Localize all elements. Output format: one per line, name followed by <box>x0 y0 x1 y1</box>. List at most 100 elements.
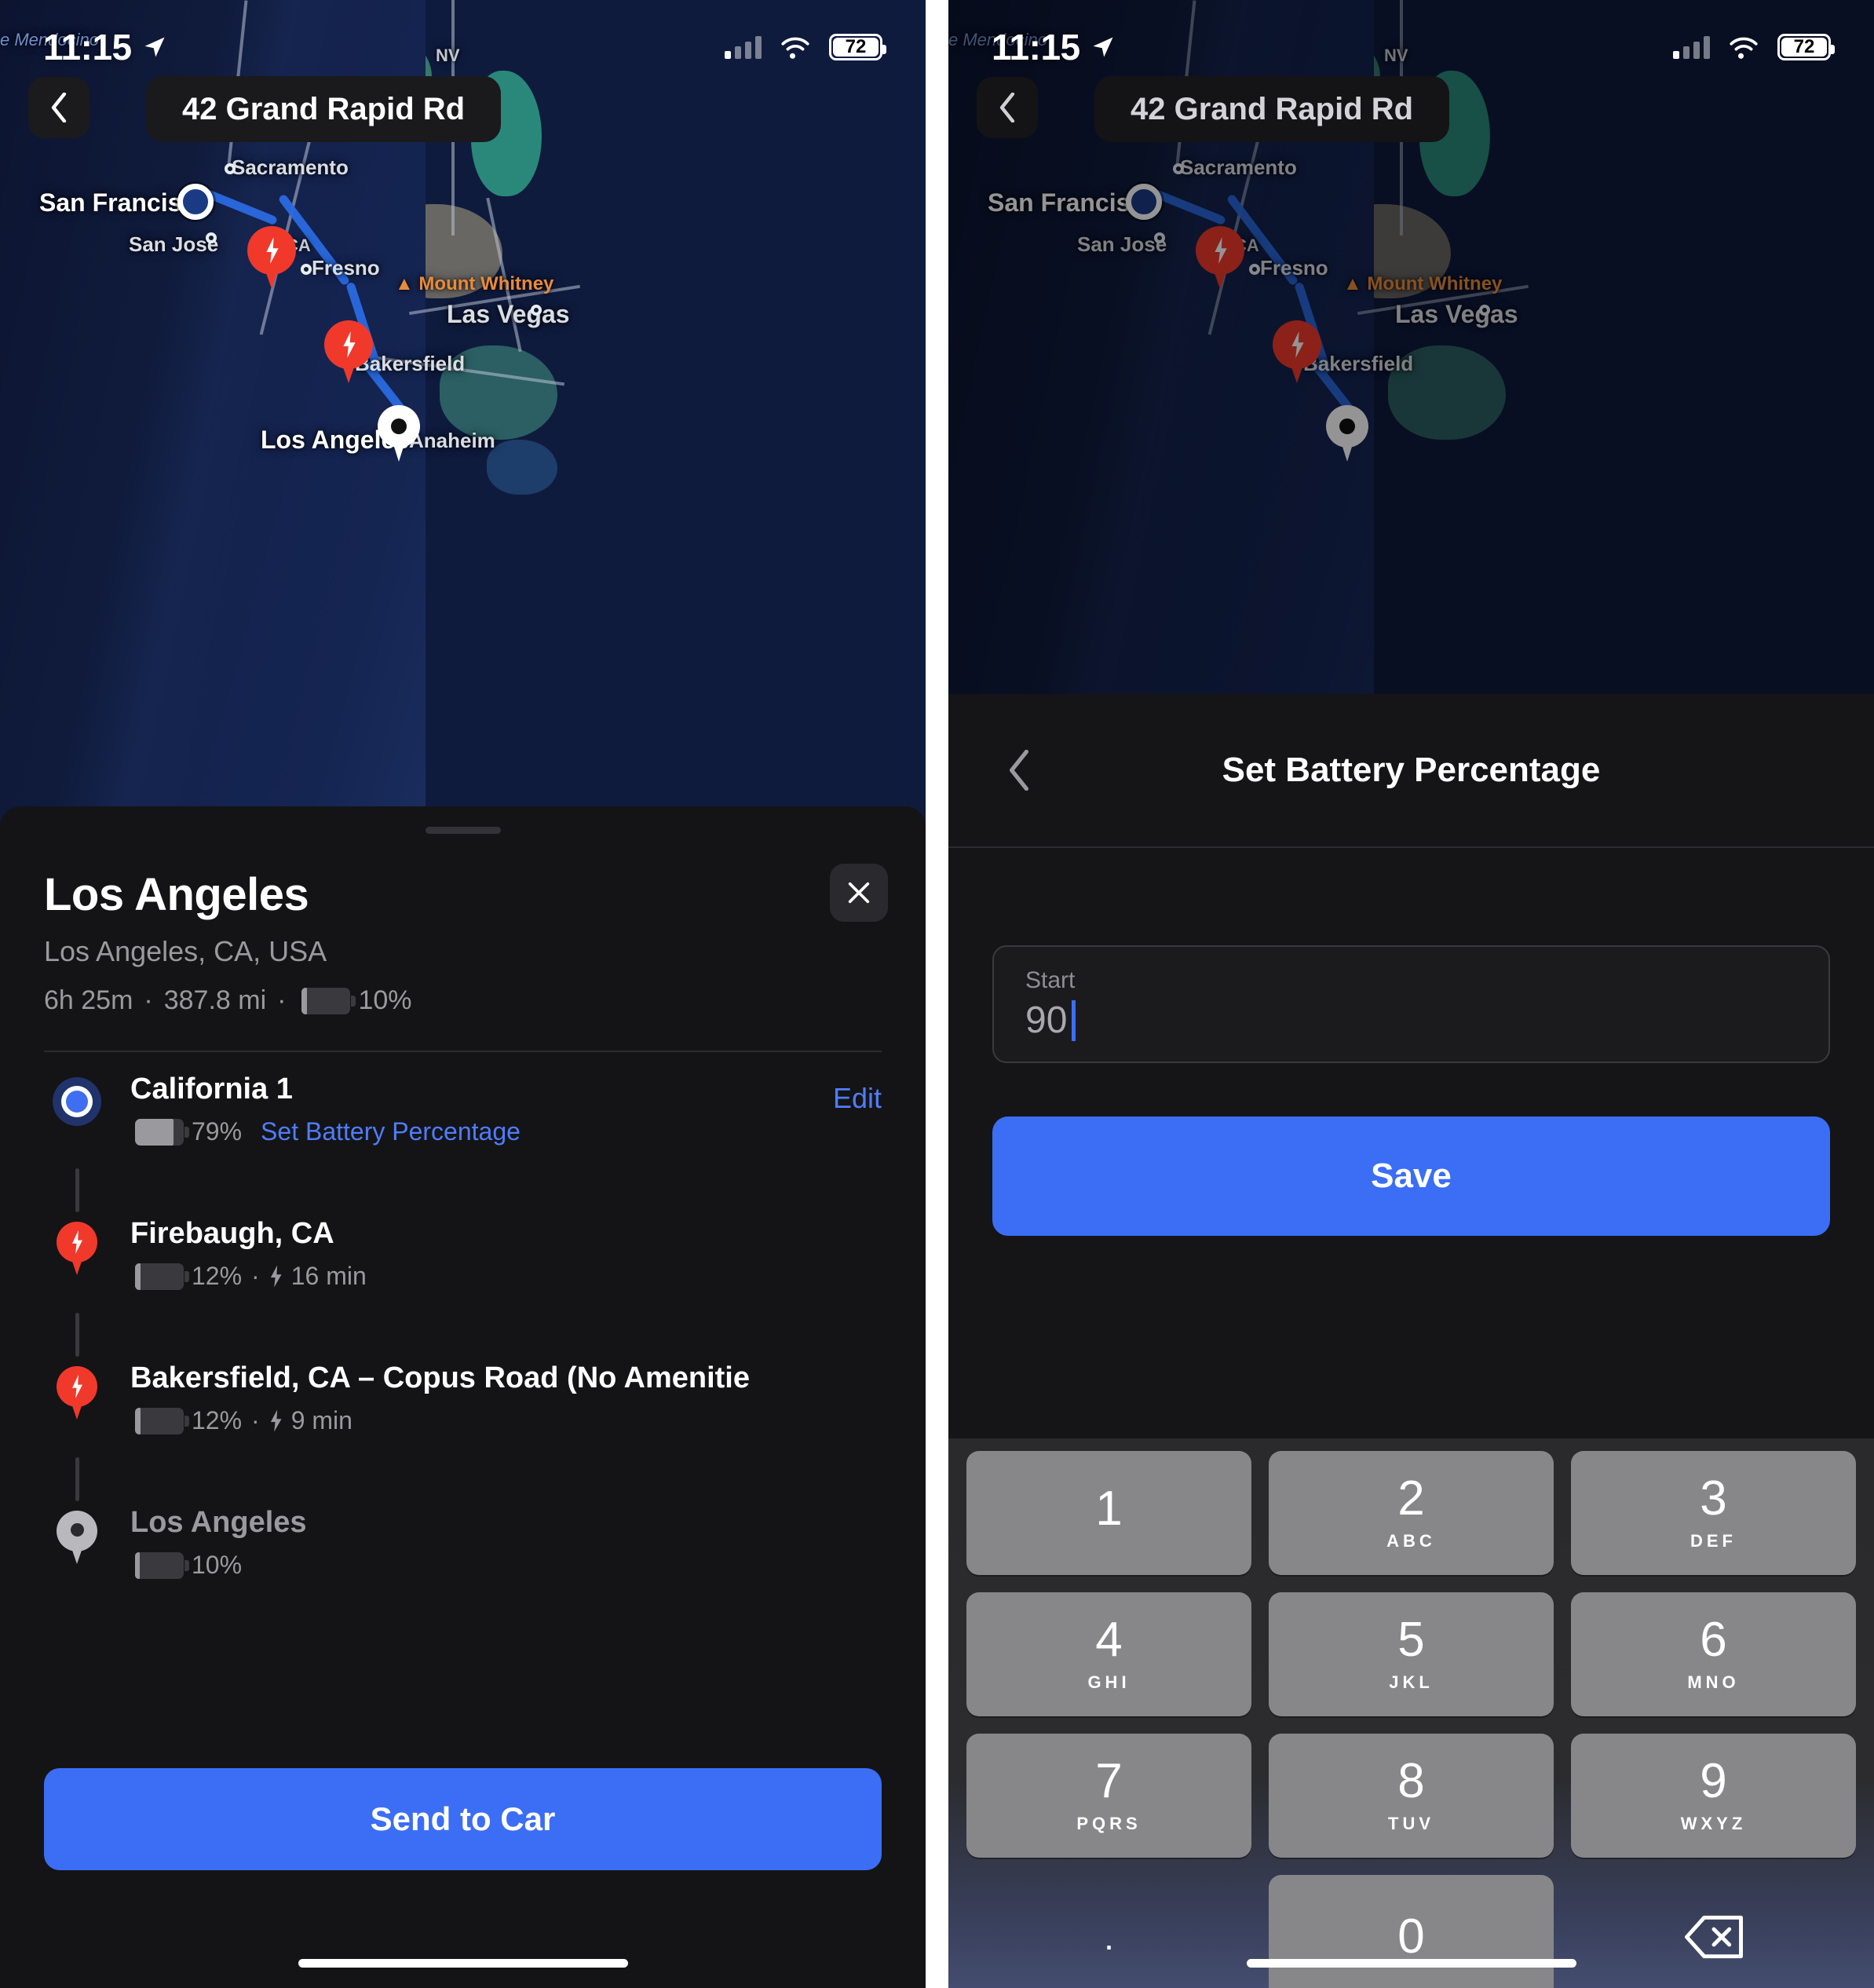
arrival-battery-icon <box>301 987 356 1014</box>
map-city-dot <box>301 264 312 275</box>
map-back-button[interactable] <box>977 77 1038 138</box>
stop-detail: 10% <box>130 1551 882 1580</box>
close-icon <box>848 882 870 904</box>
chevron-left-icon <box>51 93 67 122</box>
send-to-car-label: Send to Car <box>370 1800 556 1837</box>
map-supercharger-marker[interactable] <box>247 226 296 292</box>
send-to-car-button[interactable]: Send to Car <box>44 1768 882 1870</box>
key-decimal[interactable]: . <box>966 1875 1251 1988</box>
key-0[interactable]: 0 <box>1269 1875 1554 1988</box>
keypad-row: . 0 <box>958 1875 1865 1988</box>
status-bar-battery: 72 <box>829 34 886 60</box>
key-letters: MNO <box>1687 1672 1740 1692</box>
list-item[interactable]: California 1 79% Set Battery Percentage <box>44 1073 882 1164</box>
key-2[interactable]: 2 ABC <box>1269 1451 1554 1575</box>
supercharger-pin-icon <box>57 1366 97 1421</box>
home-indicator <box>1246 1959 1576 1968</box>
key-7[interactable]: 7 PQRS <box>966 1734 1251 1858</box>
status-bar-battery-label: 72 <box>1793 36 1815 57</box>
key-4[interactable]: 4 GHI <box>966 1592 1251 1716</box>
key-5[interactable]: 5 JKL <box>1269 1592 1554 1716</box>
chevron-left-icon[interactable] <box>1003 750 1035 791</box>
stop-name: Firebaugh, CA <box>130 1217 334 1250</box>
save-button[interactable]: Save <box>992 1116 1830 1236</box>
key-number: 8 <box>1397 1754 1425 1808</box>
destination-pin-icon <box>57 1511 97 1566</box>
stop-text-column: California 1 79% Set Battery Percentage <box>110 1073 882 1146</box>
key-8[interactable]: 8 TUV <box>1269 1734 1554 1858</box>
destination-subtitle: Los Angeles, CA, USA <box>44 935 327 967</box>
stop-name: California 1 <box>130 1073 293 1105</box>
cellular-signal-icon <box>725 35 762 59</box>
key-9[interactable]: 9 WXYZ <box>1571 1734 1856 1858</box>
status-bar-left-group: 11:15 <box>992 26 1115 68</box>
key-delete[interactable] <box>1571 1875 1856 1988</box>
key-number: 9 <box>1700 1754 1727 1808</box>
map-label: Fresno <box>312 256 380 280</box>
route-connector <box>75 1168 79 1212</box>
keypad-row: 4 GHI 5 JKL 6 MNO <box>958 1592 1865 1716</box>
stop-icon-column <box>44 1073 110 1126</box>
map-city-dot <box>225 163 236 174</box>
charge-duration: 9 min <box>290 1406 353 1434</box>
origin-dot-icon <box>53 1077 101 1126</box>
route-duration: 6h 25m <box>44 985 133 1015</box>
save-button-label: Save <box>1371 1157 1452 1195</box>
address-pill-label: 42 Grand Rapid Rd <box>1131 91 1414 126</box>
stop-detail: 79% Set Battery Percentage <box>130 1117 882 1146</box>
map-supercharger-marker[interactable] <box>324 320 373 386</box>
status-bar-battery: 72 <box>1777 34 1835 60</box>
stop-icon-column <box>44 1361 110 1421</box>
start-percentage-field[interactable]: Start 90 <box>992 945 1830 1063</box>
screenshot-stage: e Mendocino NV Sacramento San Francisco … <box>0 0 1874 1988</box>
map-origin-marker[interactable] <box>177 184 214 220</box>
stop-battery-icon <box>135 1263 189 1290</box>
key-6[interactable]: 6 MNO <box>1571 1592 1856 1716</box>
route-distance: 387.8 mi <box>163 985 267 1015</box>
stop-connector-row <box>44 1308 882 1361</box>
key-1[interactable]: 1 <box>966 1451 1251 1575</box>
key-3[interactable]: 3 DEF <box>1571 1451 1856 1575</box>
key-number: 0 <box>1397 1909 1425 1964</box>
arrival-battery-label: 10% <box>358 985 412 1015</box>
key-letters: DEF <box>1690 1531 1737 1551</box>
stop-text-column: Firebaugh, CA 12% · 16 min <box>110 1217 882 1291</box>
key-letters: PQRS <box>1076 1814 1142 1833</box>
map-destination-marker[interactable] <box>378 405 420 463</box>
route-stop-list: Edit California 1 79% Set Battery Percen… <box>0 1052 926 1597</box>
list-item[interactable]: Firebaugh, CA 12% · 16 min <box>44 1217 882 1308</box>
stop-battery-label: 12% <box>192 1262 243 1290</box>
route-summary: 6h 25m · 387.8 mi · 10% <box>44 985 882 1016</box>
key-number: 4 <box>1095 1613 1123 1667</box>
stop-text-column: Los Angeles 10% <box>110 1506 882 1580</box>
key-number: 1 <box>1095 1482 1123 1536</box>
stop-detail: 12% · 9 min <box>130 1406 882 1435</box>
list-item[interactable]: Bakersfield, CA – Copus Road (No Ameniti… <box>44 1361 882 1453</box>
charge-bolt-icon <box>270 1265 282 1288</box>
phone-left: e Mendocino NV Sacramento San Francisco … <box>0 0 926 1988</box>
stop-detail: 12% · 16 min <box>130 1262 882 1291</box>
home-indicator <box>298 1959 628 1968</box>
address-pill[interactable]: 42 Grand Rapid Rd <box>1094 76 1450 142</box>
route-connector <box>75 1313 79 1357</box>
stop-battery-label: 12% <box>192 1406 243 1434</box>
key-letters: ABC <box>1386 1531 1436 1551</box>
route-bottom-sheet: Los Angeles Los Angeles, CA, USA 6h 25m … <box>0 806 926 1988</box>
key-number: 5 <box>1397 1613 1425 1667</box>
charge-duration: 16 min <box>290 1262 367 1290</box>
map-city-dot <box>206 232 217 243</box>
key-number: . <box>1104 1917 1114 1957</box>
start-field-value-row: 90 <box>1025 999 1797 1042</box>
set-battery-percentage-link[interactable]: Set Battery Percentage <box>261 1117 521 1146</box>
sheet-grabber[interactable] <box>425 827 501 834</box>
summary-separator: · <box>277 985 287 1015</box>
close-sheet-button[interactable] <box>830 864 888 922</box>
status-bar-time: 11:15 <box>992 27 1080 68</box>
status-bar-left-group: 11:15 <box>43 26 166 68</box>
stop-connector-row <box>44 1453 882 1506</box>
status-bar-left: 11:15 72 <box>0 0 926 94</box>
phone-right: e Mendocino NV Sacramento San Francisco … <box>948 0 1874 1988</box>
stop-battery-icon <box>135 1551 189 1579</box>
wifi-icon <box>781 37 809 59</box>
list-item[interactable]: Los Angeles 10% <box>44 1506 882 1597</box>
